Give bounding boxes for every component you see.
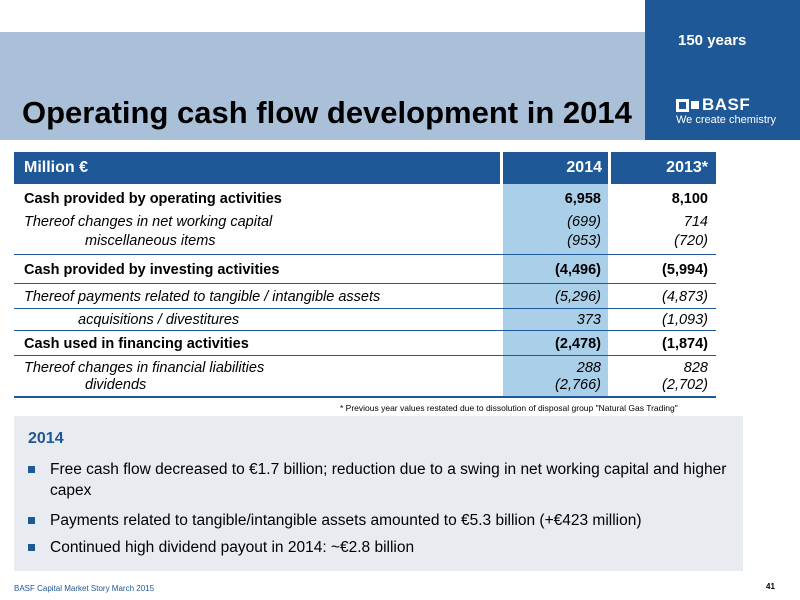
- table-bottom-rule: [14, 396, 716, 398]
- column-separator: [500, 152, 503, 184]
- anniversary-label: 150 years: [678, 32, 747, 49]
- row-divider: [14, 283, 716, 284]
- row-divider: [14, 254, 716, 255]
- summary-bullet: Continued high dividend payout in 2014: …: [28, 537, 728, 558]
- summary-bullet: Payments related to tangible/intangible …: [28, 510, 728, 531]
- basf-logo-icon: [676, 98, 702, 112]
- bullet-square-icon: [28, 517, 35, 524]
- summary-bullet: Free cash flow decreased to €1.7 billion…: [28, 459, 728, 501]
- bullet-square-icon: [28, 466, 35, 473]
- footer-source: BASF Capital Market Story March 2015: [14, 584, 155, 593]
- row-divider: [14, 330, 716, 331]
- basf-logo: BASF: [676, 95, 750, 115]
- header-2013: 2013*: [666, 159, 708, 176]
- header-unit: Million €: [24, 159, 88, 176]
- bullet-square-icon: [28, 544, 35, 551]
- page-number: 41: [766, 582, 775, 591]
- row-divider: [14, 355, 716, 356]
- summary-title: 2014: [28, 430, 64, 447]
- header-2014: 2014: [566, 159, 602, 176]
- header-top-strip: [0, 0, 645, 32]
- row-divider: [14, 308, 716, 309]
- brand-tagline: We create chemistry: [676, 114, 777, 126]
- column-separator: [608, 152, 611, 184]
- brand-name: BASF: [702, 95, 751, 114]
- table-footnote: * Previous year values restated due to d…: [340, 403, 678, 413]
- page-title: Operating cash flow development in 2014: [22, 95, 632, 130]
